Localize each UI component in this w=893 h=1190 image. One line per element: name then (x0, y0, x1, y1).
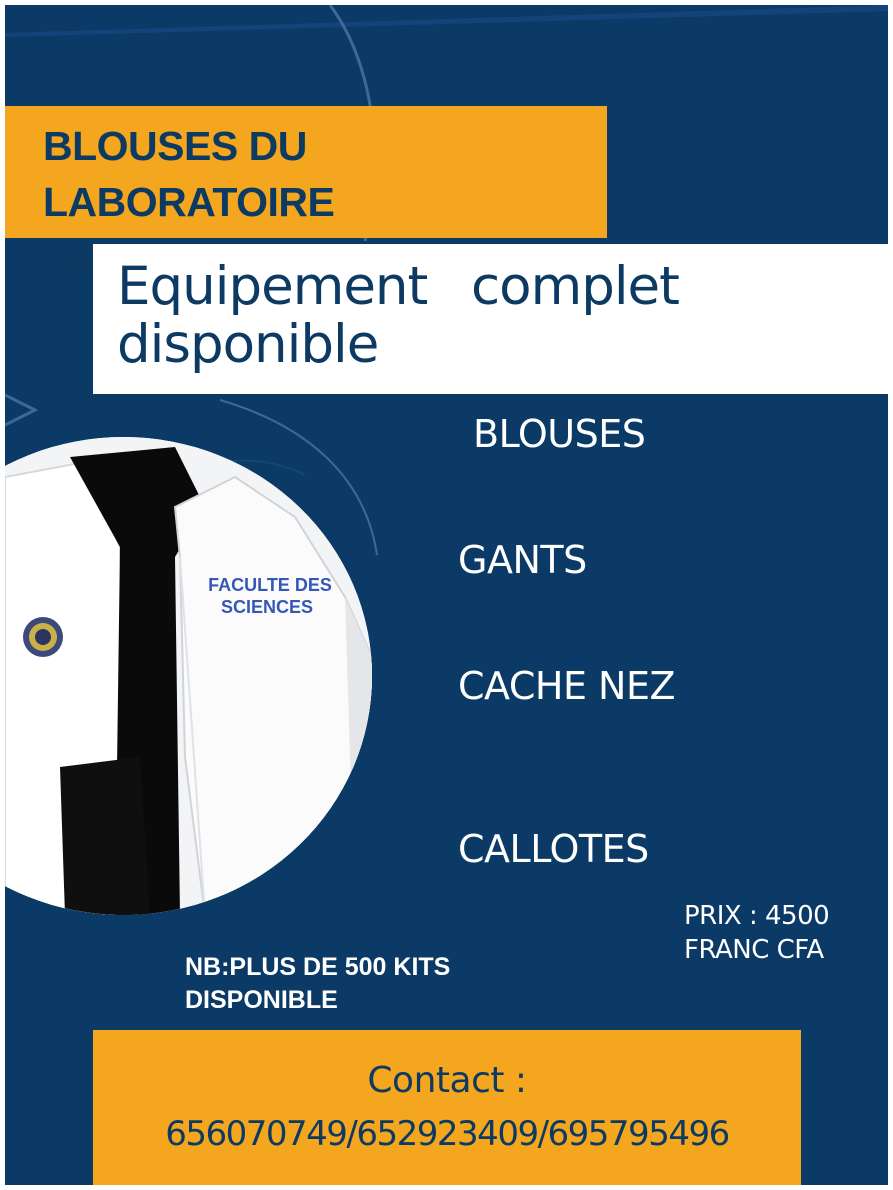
item-gants: GANTS (458, 538, 587, 582)
lab-coat-illustration: FACULTE DES SCIENCES (5, 437, 372, 915)
item-blouses: BLOUSES (473, 412, 646, 456)
coat-print-line-1: FACULTE DES (208, 575, 332, 595)
note-line-1: NB:PLUS DE 500 KITS (185, 953, 451, 981)
subtitle-banner: Equipement complet disponible (93, 244, 888, 394)
note-line-2: DISPONIBLE (185, 986, 338, 1014)
contact-banner: Contact : 656070749/652923409/695795496 (93, 1030, 801, 1185)
item-callotes: CALLOTES (458, 827, 649, 871)
item-cache-nez: CACHE NEZ (458, 664, 676, 708)
contact-label: Contact : (367, 1060, 527, 1101)
title-line-1: BLOUSES DU LABORATOIRE (43, 123, 335, 225)
subtitle-line-2: disponible (117, 314, 379, 375)
subtitle-line-1: Equipement complet (117, 256, 680, 317)
poster: BLOUSES DU LABORATOIRE DE CHIMIE Equipem… (5, 5, 888, 1185)
availability-note: NB:PLUS DE 500 KITS DISPONIBLE (185, 951, 505, 1017)
price-line-1: PRIX : 4500 (684, 901, 830, 931)
title-banner: BLOUSES DU LABORATOIRE DE CHIMIE (5, 106, 607, 281)
poster-subtitle: Equipement complet disponible (117, 258, 817, 374)
lab-coat-photo: FACULTE DES SCIENCES (5, 437, 372, 915)
price-line-2: FRANC CFA (684, 935, 824, 965)
coat-print-line-2: SCIENCES (221, 597, 313, 617)
contact-phone-numbers: 656070749/652923409/695795496 (165, 1114, 730, 1154)
price: PRIX : 4500 FRANC CFA (684, 899, 884, 967)
